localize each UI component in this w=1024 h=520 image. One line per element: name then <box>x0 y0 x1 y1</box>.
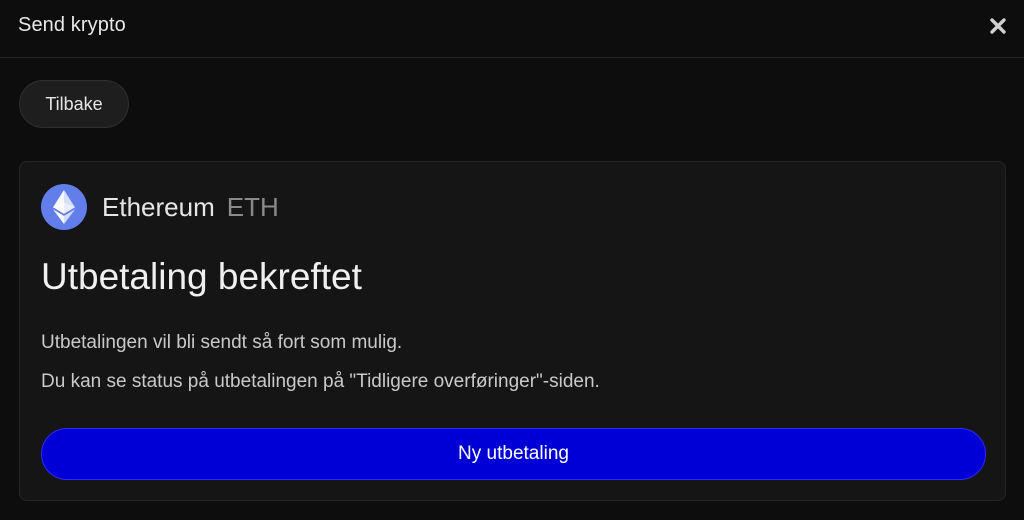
new-withdrawal-button[interactable]: Ny utbetaling <box>41 428 986 480</box>
coin-name: Ethereum <box>102 191 215 222</box>
coin-symbol: ETH <box>226 191 279 222</box>
dialog-title: Send krypto <box>18 14 126 36</box>
dialog-header: Send krypto <box>0 0 1024 58</box>
confirmation-card: Ethereum ETH Utbetaling bekreftet Utbeta… <box>19 161 1006 501</box>
confirmation-heading: Utbetaling bekreftet <box>41 256 362 297</box>
close-button[interactable] <box>986 14 1010 38</box>
confirmation-message: Utbetalingen vil bli sendt så fort som m… <box>41 332 403 353</box>
back-button[interactable]: Tilbake <box>19 80 129 128</box>
status-info-message: Du kan se status på utbetalingen på "Tid… <box>41 371 600 392</box>
send-crypto-dialog: Send krypto Tilbake Ethereum ETH Utbetal… <box>0 0 1024 520</box>
ethereum-icon <box>41 184 87 230</box>
coin-header: Ethereum ETH <box>41 184 279 230</box>
close-icon <box>990 18 1006 34</box>
